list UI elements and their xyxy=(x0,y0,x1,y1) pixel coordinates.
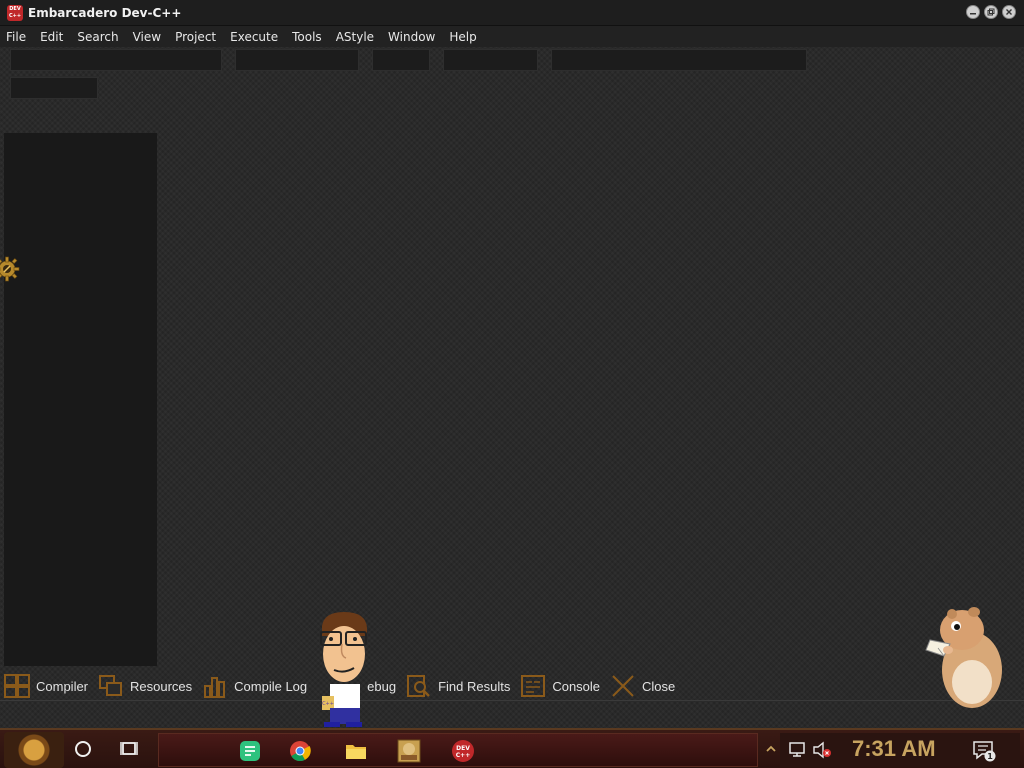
menu-file[interactable]: File xyxy=(6,30,26,44)
taskbar-clock[interactable]: 7:31 AM xyxy=(852,736,936,762)
tab-compiler[interactable]: Compiler xyxy=(4,673,88,699)
menu-tools[interactable]: Tools xyxy=(292,30,322,44)
tab-console[interactable]: Console xyxy=(520,673,600,699)
notes-app-icon[interactable] xyxy=(239,740,261,762)
start-button[interactable] xyxy=(4,732,64,768)
tab-close[interactable]: Close xyxy=(610,673,675,699)
toolbar-compile[interactable] xyxy=(443,49,538,71)
project-browser-panel[interactable] xyxy=(4,133,157,666)
toolbar-project[interactable] xyxy=(551,49,807,71)
compile-log-icon xyxy=(204,677,226,698)
svg-text:C++: C++ xyxy=(456,752,470,759)
svg-text:DEV: DEV xyxy=(456,745,470,752)
menu-edit[interactable]: Edit xyxy=(40,30,63,44)
console-icon xyxy=(521,675,546,697)
tab-compile-log[interactable]: Compile Log xyxy=(202,673,307,699)
restore-button[interactable] xyxy=(984,5,998,19)
menu-astyle[interactable]: AStyle xyxy=(336,30,374,44)
tab-resources[interactable]: Resources xyxy=(98,673,192,699)
cortana-search-icon[interactable] xyxy=(72,738,94,760)
svg-text:1: 1 xyxy=(987,752,993,761)
tab-console-label: Console xyxy=(552,678,601,694)
tab-compiler-label: Compiler xyxy=(36,678,89,694)
chevron-up-icon[interactable] xyxy=(765,742,777,756)
compiler-icon xyxy=(4,674,30,698)
toolbar-search[interactable] xyxy=(372,49,430,71)
toolbar-main[interactable] xyxy=(10,49,222,71)
bottom-panel-tabs: Compiler Resources Compile Log ebug Find… xyxy=(0,673,1024,699)
chrome-icon[interactable] xyxy=(289,740,311,762)
tab-compile-log-label: Compile Log xyxy=(234,678,308,694)
menu-help[interactable]: Help xyxy=(449,30,476,44)
toolbar-class[interactable] xyxy=(10,77,98,99)
taskbar-apps-area: DEV C++ xyxy=(158,733,758,767)
window-controls xyxy=(966,5,1016,19)
find-results-icon xyxy=(407,675,430,697)
close-icon xyxy=(612,675,634,697)
task-view-icon[interactable] xyxy=(119,738,141,760)
volume-muted-icon[interactable] xyxy=(812,741,832,759)
notification-center-icon[interactable]: 1 xyxy=(972,740,998,762)
menu-execute[interactable]: Execute xyxy=(230,30,278,44)
tab-find-results[interactable]: Find Results xyxy=(406,673,510,699)
menu-bar: File Edit Search View Project Execute To… xyxy=(0,26,1024,47)
window-title: Embarcadero Dev-C++ xyxy=(28,5,182,20)
minimize-button[interactable] xyxy=(966,5,980,19)
menu-window[interactable]: Window xyxy=(388,30,435,44)
tab-find-results-label: Find Results xyxy=(438,678,511,694)
devcpp-taskbar-icon[interactable]: DEV C++ xyxy=(451,739,475,763)
devcpp-app-icon: DEV C++ xyxy=(7,4,23,21)
toolbar-edit[interactable] xyxy=(235,49,359,71)
network-icon[interactable] xyxy=(788,741,806,759)
menu-view[interactable]: View xyxy=(133,30,161,44)
tab-close-label: Close xyxy=(642,678,676,694)
hamster-image xyxy=(925,607,1002,708)
tab-resources-label: Resources xyxy=(130,678,193,694)
resources-icon xyxy=(99,675,123,696)
cartoon-character-image: C++ xyxy=(320,612,367,727)
status-divider xyxy=(0,700,1024,701)
close-window-button[interactable] xyxy=(1002,5,1016,19)
title-bar: DEV C++ Embarcadero Dev-C++ xyxy=(0,0,1024,26)
gear-icon[interactable] xyxy=(0,256,20,282)
svg-text:C++: C++ xyxy=(322,701,334,707)
game-app-icon[interactable] xyxy=(397,739,421,763)
menu-project[interactable]: Project xyxy=(175,30,216,44)
menu-search[interactable]: Search xyxy=(77,30,118,44)
file-explorer-icon[interactable] xyxy=(345,740,367,762)
